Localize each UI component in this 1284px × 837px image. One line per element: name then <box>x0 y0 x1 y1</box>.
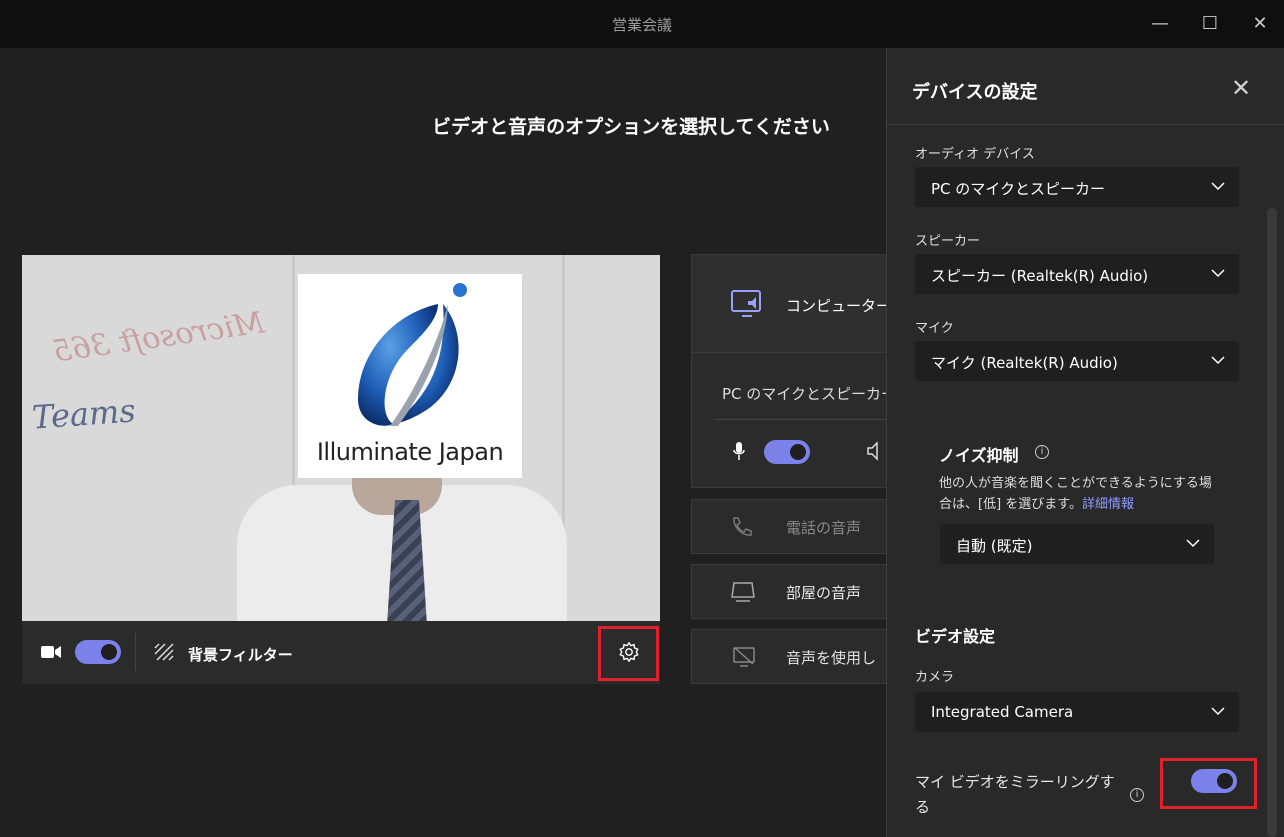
chevron-down-icon <box>1211 356 1225 365</box>
logo-mark-icon <box>358 283 467 426</box>
speaker-label: スピーカー <box>915 234 981 249</box>
info-icon[interactable]: i <box>1130 788 1144 802</box>
camera-icon <box>40 643 62 665</box>
video-settings-title: ビデオ設定 <box>915 627 996 646</box>
camera-label: カメラ <box>915 670 955 685</box>
chevron-down-icon <box>1211 182 1225 191</box>
mirror-video-label: マイ ビデオをミラーリングす る <box>915 770 1115 820</box>
video-preview: Microsoft 365 Teams Illuminate Japan <box>22 255 660 621</box>
chevron-down-icon <box>1211 269 1225 278</box>
computer-audio-label: コンピューターの <box>786 297 886 315</box>
speaker-value: スピーカー (Realtek(R) Audio) <box>931 267 1149 285</box>
background-filter-icon <box>153 642 175 666</box>
audio-device-value: PC のマイクとスピーカー <box>931 180 1105 198</box>
phone-icon <box>730 515 754 543</box>
audio-device-dropdown[interactable]: PC のマイクとスピーカー <box>915 167 1239 207</box>
title-bar: 営業会議 — ☐ ✕ <box>0 0 1284 48</box>
chevron-down-icon <box>1211 707 1225 716</box>
chevron-down-icon <box>1186 539 1200 548</box>
no-audio-icon <box>732 646 756 672</box>
background-filter-label[interactable]: 背景フィルター <box>188 644 293 665</box>
mic-dropdown[interactable]: マイク (Realtek(R) Audio) <box>915 341 1239 381</box>
whiteboard-text: Microsoft 365 <box>50 305 267 370</box>
noise-desc-line: 合は、[低] を選びます。 <box>939 497 1082 512</box>
speaker-icon[interactable] <box>866 441 888 465</box>
microphone-icon <box>732 441 746 465</box>
scrollbar[interactable] <box>1267 208 1277 837</box>
room-device-icon <box>730 581 756 607</box>
room-audio-label: 部屋の音声 <box>786 584 862 602</box>
phone-audio-label: 電話の音声 <box>786 519 862 537</box>
close-icon[interactable]: ✕ <box>1227 74 1255 102</box>
audio-device-label: オーディオ デバイス <box>915 147 1035 162</box>
logo-text: Illuminate Japan <box>316 438 504 466</box>
computer-audio-panel[interactable]: コンピューターの PC のマイクとスピーカー <box>691 254 896 488</box>
no-audio-label: 音声を使用し <box>786 649 877 667</box>
mirror-label-line: マイ ビデオをミラーリングす <box>915 773 1115 791</box>
mic-toggle[interactable] <box>764 440 810 464</box>
room-audio-option[interactable]: 部屋の音声 <box>691 564 887 619</box>
whiteboard-text: Teams <box>30 391 137 437</box>
info-icon[interactable]: i <box>1035 445 1049 459</box>
phone-audio-option[interactable]: 電話の音声 <box>691 499 887 554</box>
computer-audio-icon <box>730 288 764 324</box>
noise-suppression-value: 自動 (既定) <box>956 537 1033 555</box>
camera-dropdown[interactable]: Integrated Camera <box>915 692 1239 732</box>
audio-device-name: PC のマイクとスピーカー <box>722 385 896 403</box>
noise-desc-line: 他の人が音楽を聞くことができるようにする場 <box>939 476 1212 491</box>
highlight-box <box>1160 758 1257 809</box>
divider <box>135 633 136 671</box>
device-settings-panel: デバイスの設定 ✕ オーディオ デバイス PC のマイクとスピーカー スピーカー… <box>886 48 1284 837</box>
mic-value: マイク (Realtek(R) Audio) <box>931 354 1118 372</box>
camera-toggle[interactable] <box>75 640 121 664</box>
preview-control-bar: 背景フィルター <box>22 621 660 684</box>
noise-suppression-title: ノイズ抑制 <box>939 446 1019 465</box>
window-title: 営業会議 <box>611 16 672 34</box>
close-icon[interactable]: ✕ <box>1246 10 1274 38</box>
mic-label: マイク <box>915 321 954 336</box>
settings-header: デバイスの設定 ✕ <box>887 48 1284 125</box>
highlight-box <box>598 626 659 681</box>
camera-value: Integrated Camera <box>931 703 1074 721</box>
logo: Illuminate Japan <box>298 274 522 478</box>
noise-suppression-description: 他の人が音楽を聞くことができるようにする場 合は、[低] を選びます。詳細情報 <box>939 473 1239 515</box>
settings-title: デバイスの設定 <box>912 82 1038 103</box>
speaker-dropdown[interactable]: スピーカー (Realtek(R) Audio) <box>915 254 1239 294</box>
mirror-label-line: る <box>915 798 931 816</box>
learn-more-link[interactable]: 詳細情報 <box>1082 497 1134 512</box>
no-audio-option[interactable]: 音声を使用し <box>691 629 887 684</box>
minimize-icon[interactable]: — <box>1146 10 1174 38</box>
maximize-icon[interactable]: ☐ <box>1196 10 1224 38</box>
noise-suppression-dropdown[interactable]: 自動 (既定) <box>940 524 1214 564</box>
